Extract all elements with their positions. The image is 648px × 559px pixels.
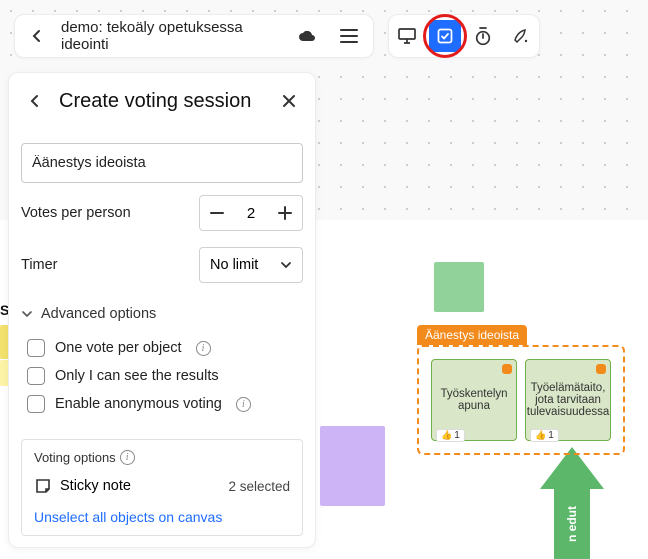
close-icon[interactable] (275, 94, 303, 108)
timer-icon[interactable] (467, 20, 499, 52)
thumb-icon: 👍 (535, 430, 546, 441)
votes-decrement[interactable] (200, 196, 234, 230)
more-tools-icon[interactable] (505, 20, 537, 52)
arrow-shape[interactable]: n edut (540, 447, 604, 557)
panel-title: Create voting session (59, 90, 265, 113)
info-icon[interactable]: i (120, 450, 135, 465)
session-name-input[interactable] (21, 143, 303, 183)
voting-card[interactable]: Työskentelyn apuna 👍1 (431, 359, 517, 441)
votes-stepper: 2 (199, 195, 303, 231)
selection-dot (596, 364, 606, 374)
hamburger-menu-icon[interactable] (333, 20, 365, 52)
voting-icon (429, 20, 461, 52)
voting-group-chip: Äänestys ideoista (417, 325, 527, 345)
voting-selection-group[interactable]: Äänestys ideoista Työskentelyn apuna 👍1 … (417, 325, 625, 455)
advanced-label: Advanced options (41, 306, 156, 322)
checkbox[interactable] (27, 367, 45, 385)
timer-label: Timer (21, 257, 58, 273)
checkbox[interactable] (27, 395, 45, 413)
advanced-toggle[interactable]: Advanced options (21, 299, 303, 329)
checkbox[interactable] (27, 339, 45, 357)
thumb-icon: 👍 (441, 430, 452, 441)
voting-type-row[interactable]: Sticky note (34, 477, 131, 495)
vote-count-badge: 👍1 (530, 429, 559, 442)
timer-value: No limit (210, 257, 258, 273)
voting-button[interactable] (429, 20, 461, 52)
voting-options-title: Voting options (34, 450, 116, 465)
chevron-down-icon (280, 261, 292, 269)
unselect-all-link[interactable]: Unselect all objects on canvas (34, 509, 290, 525)
create-voting-panel: Create voting session Votes per person 2… (8, 72, 316, 548)
sticky-note[interactable] (320, 426, 385, 506)
board-title[interactable]: demo: tekoäly opetuksessa ideointi (61, 19, 281, 53)
presentation-toolbar (388, 14, 540, 58)
timer-select[interactable]: No limit (199, 247, 303, 283)
board-back-chevron[interactable] (23, 29, 51, 43)
voting-options-card: Voting options i Sticky note 2 selected … (21, 439, 303, 536)
votes-value: 2 (234, 205, 268, 222)
cloud-sync-icon[interactable] (291, 20, 323, 52)
sticky-note-icon (34, 477, 52, 495)
sticky-note[interactable] (434, 262, 484, 312)
vote-count-badge: 👍1 (436, 429, 465, 442)
voting-card[interactable]: Työelämätaito, jota tarvitaan tulevaisuu… (525, 359, 611, 441)
arrow-label: n edut (565, 506, 579, 542)
votes-increment[interactable] (268, 196, 302, 230)
present-icon[interactable] (391, 20, 423, 52)
option-only-i-see[interactable]: Only I can see the results (21, 367, 303, 385)
option-one-vote[interactable]: One vote per object i (21, 339, 303, 357)
info-icon[interactable]: i (196, 341, 211, 356)
board-title-bar: demo: tekoäly opetuksessa ideointi (14, 14, 374, 58)
chevron-down-icon (21, 310, 33, 318)
option-anonymous[interactable]: Enable anonymous voting i (21, 395, 303, 413)
votes-label: Votes per person (21, 205, 131, 221)
panel-back-button[interactable] (21, 94, 49, 108)
selected-count: 2 selected (228, 479, 290, 494)
selection-dot (502, 364, 512, 374)
info-icon[interactable]: i (236, 397, 251, 412)
